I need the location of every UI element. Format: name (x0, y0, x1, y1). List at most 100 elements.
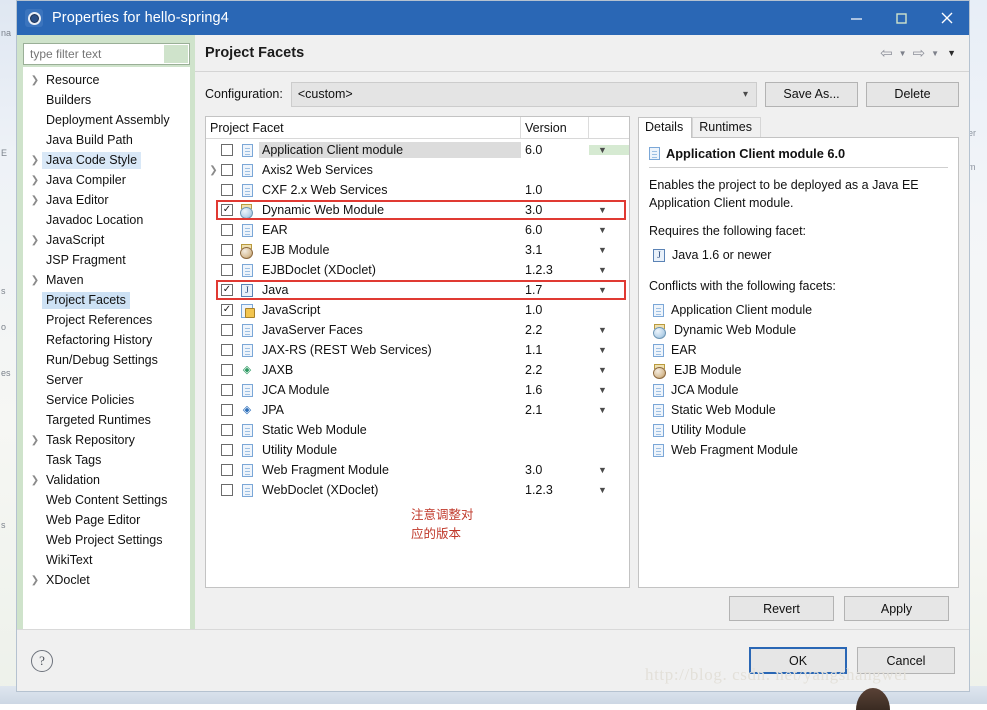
sidebar-item-builders[interactable]: Builders (24, 90, 189, 110)
chevron-right-icon[interactable]: ❯ (28, 75, 42, 86)
sidebar-item-run-debug-settings[interactable]: Run/Debug Settings (24, 350, 189, 370)
sidebar-item-resource[interactable]: ❯ Resource (24, 70, 189, 90)
save-as-button[interactable]: Save As... (765, 81, 858, 107)
delete-button[interactable]: Delete (866, 81, 959, 107)
version-dropdown[interactable]: ▼ (589, 245, 629, 255)
version-dropdown[interactable]: ▼ (589, 365, 629, 375)
sidebar-item-task-tags[interactable]: Task Tags (24, 450, 189, 470)
cancel-button[interactable]: Cancel (857, 647, 955, 674)
chevron-right-icon[interactable]: ❯ (28, 575, 42, 586)
table-row[interactable]: JAX-RS (REST Web Services) 1.1 ▼ (206, 340, 629, 360)
sidebar-item-targeted-runtimes[interactable]: Targeted Runtimes (24, 410, 189, 430)
table-row[interactable]: ✓ J Java 1.7 ▼ (206, 280, 629, 300)
sidebar-item-java-code-style[interactable]: ❯ Java Code Style (24, 150, 189, 170)
table-row[interactable]: ❯ Axis2 Web Services (206, 160, 629, 180)
sidebar-item-service-policies[interactable]: Service Policies (24, 390, 189, 410)
facet-checkbox[interactable]: ✓ (221, 284, 233, 296)
column-header-project-facet[interactable]: Project Facet (206, 117, 521, 138)
settings-tree[interactable]: ❯ Resource Builders Deployment Assembly Java… (23, 67, 190, 629)
table-row[interactable]: Web Fragment Module 3.0 ▼ (206, 460, 629, 480)
sidebar-item-project-facets[interactable]: Project Facets (24, 290, 189, 310)
help-question-icon[interactable]: ? (31, 649, 53, 672)
facet-checkbox[interactable] (221, 224, 233, 236)
back-chevron-down-icon[interactable]: ▼ (896, 49, 910, 58)
facet-checkbox[interactable] (221, 484, 233, 496)
sidebar-item-maven[interactable]: ❯ Maven (24, 270, 189, 290)
facet-checkbox[interactable]: ✓ (221, 304, 233, 316)
version-dropdown[interactable]: ▼ (589, 385, 629, 395)
facet-checkbox[interactable] (221, 164, 233, 176)
version-dropdown[interactable]: ▼ (589, 265, 629, 275)
configuration-select[interactable]: <custom> ▾ (290, 81, 757, 107)
sidebar-item-deployment-assembly[interactable]: Deployment Assembly (24, 110, 189, 130)
chevron-right-icon[interactable]: ❯ (28, 155, 42, 166)
facet-checkbox[interactable] (221, 404, 233, 416)
table-row[interactable]: EJBDoclet (XDoclet) 1.2.3 ▼ (206, 260, 629, 280)
facet-checkbox[interactable] (221, 264, 233, 276)
column-header-version[interactable]: Version (521, 117, 589, 138)
table-row[interactable]: JCA Module 1.6 ▼ (206, 380, 629, 400)
close-button[interactable] (924, 1, 969, 35)
chevron-right-icon[interactable]: ❯ (28, 275, 42, 286)
table-row[interactable]: JavaServer Faces 2.2 ▼ (206, 320, 629, 340)
version-dropdown[interactable]: ▼ (589, 225, 629, 235)
version-dropdown[interactable]: ▼ (589, 405, 629, 415)
facet-checkbox[interactable] (221, 344, 233, 356)
apply-button[interactable]: Apply (844, 596, 949, 621)
table-row[interactable]: EAR 6.0 ▼ (206, 220, 629, 240)
forward-chevron-down-icon[interactable]: ▼ (928, 49, 942, 58)
version-dropdown[interactable]: ▼ (589, 465, 629, 475)
chevron-right-icon[interactable]: ❯ (28, 195, 42, 206)
table-row[interactable]: Static Web Module (206, 420, 629, 440)
table-row[interactable]: EJB Module 3.1 ▼ (206, 240, 629, 260)
table-row[interactable]: ◈ JPA 2.1 ▼ (206, 400, 629, 420)
sidebar-item-wikitext[interactable]: WikiText (24, 550, 189, 570)
sidebar-item-java-build-path[interactable]: Java Build Path (24, 130, 189, 150)
table-row[interactable]: ✓ JavaScript 1.0 (206, 300, 629, 320)
facet-checkbox[interactable] (221, 364, 233, 376)
version-dropdown[interactable]: ▼ (589, 205, 629, 215)
sidebar-item-validation[interactable]: ❯ Validation (24, 470, 189, 490)
version-dropdown[interactable]: ▼ (589, 285, 629, 295)
menu-chevron-down-icon[interactable]: ▼ (944, 48, 959, 58)
search-input[interactable] (28, 45, 185, 63)
table-row[interactable]: ◈ JAXB 2.2 ▼ (206, 360, 629, 380)
sidebar-item-project-references[interactable]: Project References (24, 310, 189, 330)
tab-details[interactable]: Details (638, 117, 693, 138)
facet-checkbox[interactable] (221, 184, 233, 196)
sidebar-item-web-page-editor[interactable]: Web Page Editor (24, 510, 189, 530)
sidebar-item-refactoring-history[interactable]: Refactoring History (24, 330, 189, 350)
sidebar-item-javadoc-location[interactable]: Javadoc Location (24, 210, 189, 230)
facet-checkbox[interactable] (221, 464, 233, 476)
chevron-right-icon[interactable]: ❯ (28, 175, 42, 186)
sidebar-item-java-editor[interactable]: ❯ Java Editor (24, 190, 189, 210)
ok-button[interactable]: OK (749, 647, 847, 674)
back-arrow-icon[interactable]: ⇦ (879, 44, 894, 62)
revert-button[interactable]: Revert (729, 596, 834, 621)
chevron-right-icon[interactable]: ❯ (28, 235, 42, 246)
sidebar-item-task-repository[interactable]: ❯ Task Repository (24, 430, 189, 450)
forward-arrow-icon[interactable]: ⇨ (912, 44, 927, 62)
minimize-button[interactable] (834, 1, 879, 35)
version-dropdown[interactable]: ▼ (589, 145, 629, 155)
sidebar-item-javascript[interactable]: ❯ JavaScript (24, 230, 189, 250)
sidebar-item-web-content-settings[interactable]: Web Content Settings (24, 490, 189, 510)
filter-box[interactable] (23, 43, 190, 65)
facet-checkbox[interactable]: ✓ (221, 204, 233, 216)
facet-checkbox[interactable] (221, 144, 233, 156)
chevron-right-icon[interactable]: ❯ (28, 435, 42, 446)
maximize-button[interactable] (879, 1, 924, 35)
facet-checkbox[interactable] (221, 324, 233, 336)
table-row[interactable]: Utility Module (206, 440, 629, 460)
facet-checkbox[interactable] (221, 444, 233, 456)
sidebar-item-server[interactable]: Server (24, 370, 189, 390)
version-dropdown[interactable]: ▼ (589, 325, 629, 335)
sidebar-item-jsp-fragment[interactable]: JSP Fragment (24, 250, 189, 270)
facet-checkbox[interactable] (221, 384, 233, 396)
chevron-right-icon[interactable]: ❯ (206, 165, 221, 176)
table-row[interactable]: CXF 2.x Web Services 1.0 (206, 180, 629, 200)
table-row[interactable]: WebDoclet (XDoclet) 1.2.3 ▼ (206, 480, 629, 500)
sidebar-item-web-project-settings[interactable]: Web Project Settings (24, 530, 189, 550)
sidebar-item-xdoclet[interactable]: ❯ XDoclet (24, 570, 189, 590)
table-row[interactable]: ✓ Dynamic Web Module 3.0 ▼ (206, 200, 629, 220)
